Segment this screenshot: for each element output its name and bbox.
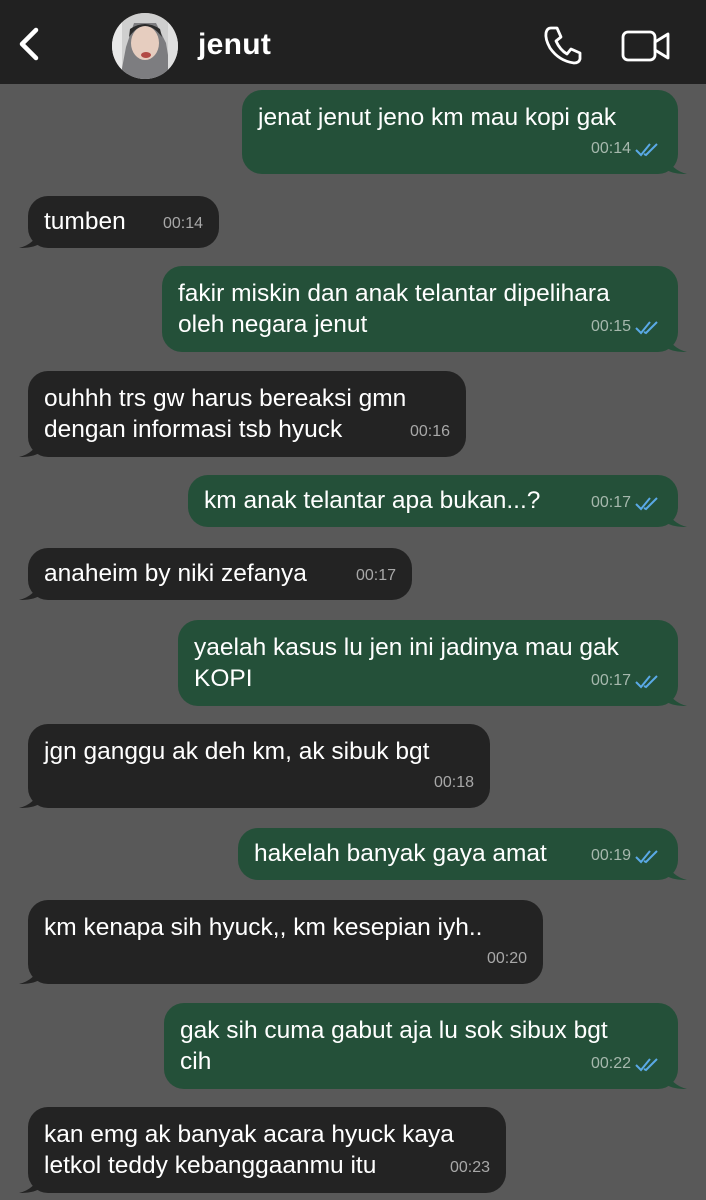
double-check-icon: [635, 496, 658, 510]
message-text: jgn ganggu ak deh km, ak sibuk bgt: [44, 738, 430, 765]
message-time: 00:20: [486, 950, 527, 967]
bubble-tail: [667, 862, 687, 880]
message-time: 00:14: [162, 215, 203, 232]
message-bubble-incoming[interactable]: jgn ganggu ak deh km, ak sibuk bgt 00:18: [19, 724, 490, 808]
bubble-tail: [19, 790, 39, 808]
message-meta: 00:14: [591, 133, 662, 164]
bubble-tail: [19, 230, 39, 248]
message-text: ouhhh trs gw harus bereaksi gmn dengan i…: [44, 385, 407, 443]
bubble-tail: [667, 509, 687, 527]
avatar-image: [112, 13, 178, 79]
message-meta: 00:15: [591, 311, 662, 342]
message-bubble-incoming[interactable]: tumben 00:14: [19, 196, 219, 248]
message-time: 00:16: [409, 423, 450, 440]
message-text: gak sih cuma gabut aja lu sok sibux bgt …: [180, 1017, 608, 1075]
video-call-button[interactable]: [620, 28, 672, 64]
message-time: 00:23: [449, 1159, 490, 1176]
message-time: 00:18: [433, 774, 474, 791]
double-check-icon: [635, 320, 658, 334]
bubble-tail: [667, 156, 687, 174]
message-time: 00:15: [590, 318, 631, 335]
double-check-icon: [635, 674, 658, 688]
bubble-tail: [19, 582, 39, 600]
message-meta: 00:17: [356, 560, 396, 591]
chat-header: jenut: [0, 0, 706, 84]
message-time: 00:17: [590, 672, 631, 689]
message-text: jenat jenut jeno km mau kopi gak: [258, 104, 617, 131]
message-text: km kenapa sih hyuck,, km kesepian iyh..: [44, 914, 483, 941]
message-bubble-outgoing[interactable]: jenat jenut jeno km mau kopi gak 00:14: [242, 90, 687, 174]
avatar[interactable]: [112, 13, 178, 79]
message-bubble-outgoing[interactable]: gak sih cuma gabut aja lu sok sibux bgt …: [164, 1003, 687, 1089]
double-check-icon: [635, 1057, 658, 1071]
message-time: 00:22: [590, 1055, 631, 1072]
message-text: anaheim by niki zefanya: [44, 560, 307, 587]
message-time: 00:19: [590, 847, 631, 864]
message-meta: 00:18: [434, 767, 474, 798]
bubble-tail: [19, 1175, 39, 1193]
message-bubble-incoming[interactable]: anaheim by niki zefanya 00:17: [19, 548, 412, 600]
bubble-tail: [667, 688, 687, 706]
bubble-tail: [19, 966, 39, 984]
message-meta: 00:19: [591, 840, 662, 871]
message-time: 00:17: [590, 494, 631, 511]
phone-icon: [544, 26, 582, 65]
double-check-icon: [635, 142, 658, 156]
bubble-tail: [667, 1071, 687, 1089]
contact-name[interactable]: jenut: [198, 28, 271, 62]
double-check-icon: [635, 849, 658, 863]
message-meta: 00:23: [450, 1152, 490, 1183]
message-bubble-outgoing[interactable]: km anak telantar apa bukan...? 00:17: [188, 475, 687, 527]
message-bubble-outgoing[interactable]: hakelah banyak gaya amat 00:19: [238, 828, 687, 880]
message-time: 00:14: [590, 140, 631, 157]
chevron-left-icon: [19, 27, 39, 61]
message-text: kan emg ak banyak acara hyuck kaya letko…: [44, 1121, 454, 1179]
message-meta: 00:16: [410, 416, 450, 447]
message-meta: 00:17: [591, 487, 662, 518]
bubble-tail: [667, 334, 687, 352]
message-bubble-outgoing[interactable]: yaelah kasus lu jen ini jadinya mau gak …: [178, 620, 687, 706]
message-bubble-incoming[interactable]: ouhhh trs gw harus bereaksi gmn dengan i…: [19, 371, 466, 457]
message-meta: 00:17: [591, 665, 662, 696]
video-camera-icon: [621, 30, 670, 62]
message-bubble-outgoing[interactable]: fakir miskin dan anak telantar dipelihar…: [162, 266, 687, 352]
message-text: fakir miskin dan anak telantar dipelihar…: [178, 280, 610, 338]
message-time: 00:17: [355, 567, 396, 584]
message-meta: 00:22: [591, 1048, 662, 1079]
message-meta: 00:20: [487, 943, 527, 974]
message-bubble-incoming[interactable]: km kenapa sih hyuck,, km kesepian iyh.. …: [19, 900, 543, 984]
message-meta: 00:14: [163, 208, 203, 239]
message-bubble-incoming[interactable]: kan emg ak banyak acara hyuck kaya letko…: [19, 1107, 506, 1193]
bubble-tail: [19, 439, 39, 457]
back-button[interactable]: [12, 22, 52, 66]
call-button[interactable]: [542, 24, 584, 66]
